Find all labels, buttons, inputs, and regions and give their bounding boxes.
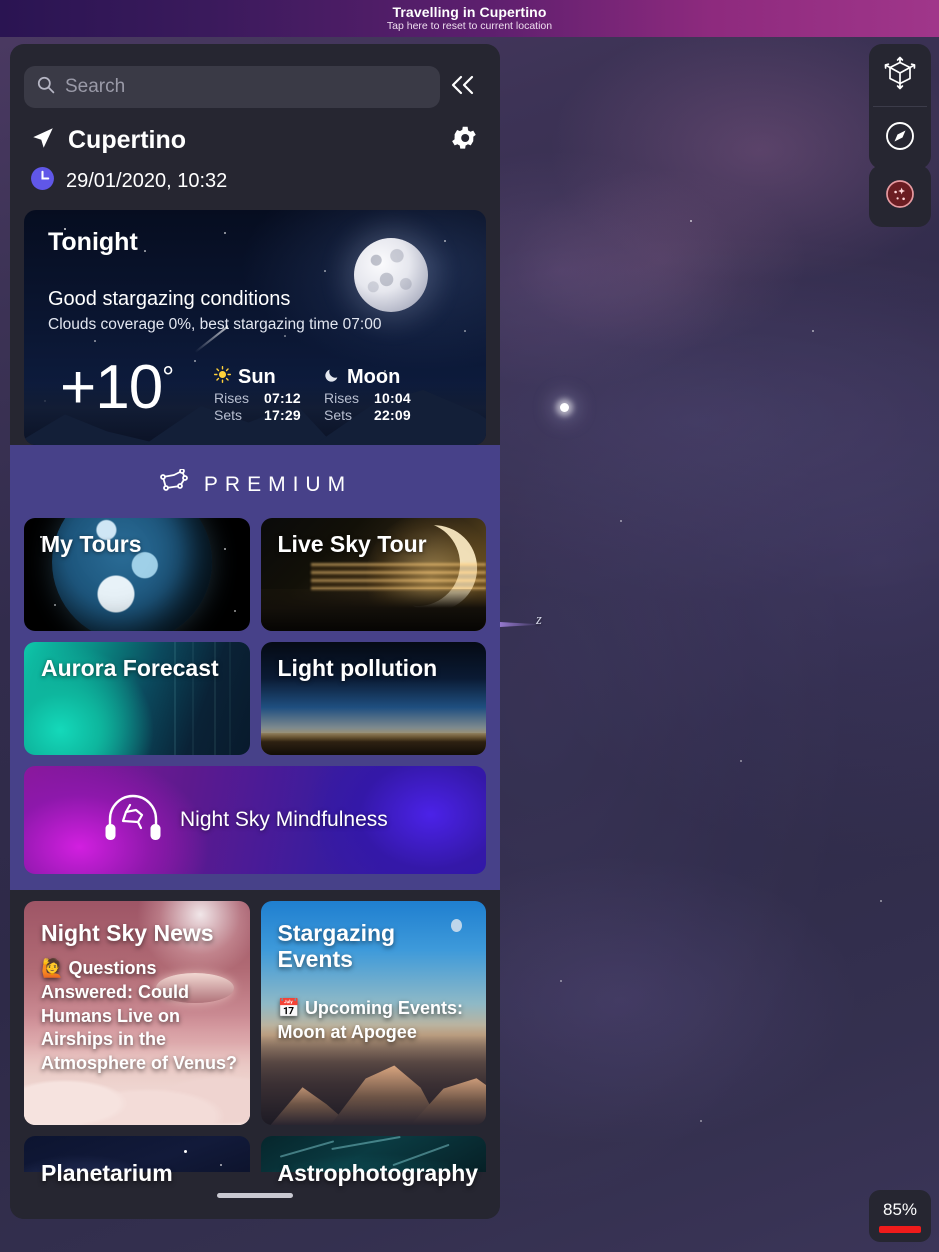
battery-bar: [879, 1225, 921, 1233]
night-mode-button[interactable]: [869, 165, 931, 227]
location-name: Cupertino: [68, 125, 187, 154]
banner-subtitle: Tap here to reset to current location: [386, 20, 553, 32]
tonight-details: Clouds coverage 0%, best stargazing time…: [48, 316, 382, 333]
search-icon: [36, 75, 55, 99]
compass-icon: [883, 119, 917, 158]
ar-mode-button[interactable]: [869, 44, 931, 106]
star: [620, 520, 622, 522]
clock-icon: [30, 166, 55, 196]
star: [880, 900, 882, 902]
night-mode-icon: [883, 177, 917, 216]
search-row: [10, 44, 500, 108]
news-emoji: 📅: [277, 998, 300, 1018]
tile-label: Live Sky Tour: [277, 531, 427, 557]
star: [740, 760, 742, 762]
city-horizon: [260, 733, 486, 755]
tonight-title: Tonight: [48, 228, 138, 256]
sun-rises-label: Rises: [214, 390, 250, 406]
view-controls-stack: [869, 44, 931, 169]
tile-label: Planetarium: [41, 1160, 173, 1186]
settings-button[interactable]: [444, 120, 484, 160]
degree-symbol: °: [162, 361, 174, 394]
moon-info: Moon Rises 10:04 Sets 22:09: [324, 366, 411, 423]
star: [560, 980, 562, 982]
search-box[interactable]: [24, 66, 440, 108]
home-indicator[interactable]: [217, 1193, 293, 1198]
tonight-card[interactable]: Tonight Good stargazing conditions Cloud…: [24, 210, 486, 445]
tile-label: Aurora Forecast: [41, 655, 219, 681]
premium-title: PREMIUM: [203, 472, 353, 496]
tile-label: Astrophotography: [277, 1160, 479, 1186]
sun-icon: [214, 366, 231, 389]
sun-info: Sun Rises 07:12 Sets 17:29: [214, 366, 301, 423]
tile-live-sky-tour[interactable]: Live Sky Tour: [260, 518, 486, 631]
news-description-text: Questions Answered: Could Humans Live on…: [41, 958, 238, 1073]
sun-sets-value: 17:29: [264, 407, 301, 423]
premium-tiles-row-2: Aurora Forecast Light pollution: [10, 642, 500, 766]
battery-level-label: 85%: [882, 1199, 918, 1219]
gear-icon: [449, 123, 479, 158]
news-emoji: 🙋: [41, 958, 64, 978]
moon-label: Moon: [347, 366, 401, 388]
cloud-band: [310, 563, 486, 591]
premium-header: PREMIUM: [10, 461, 500, 518]
premium-tiles-row-1: My Tours Live Sky Tour: [10, 518, 500, 642]
tile-label: Light pollution: [277, 655, 438, 681]
moon-sets-label: Sets: [324, 407, 353, 423]
travelling-banner[interactable]: Travelling in Cupertino Tap here to rese…: [0, 0, 939, 37]
sun-label: Sun: [238, 366, 276, 388]
tile-my-tours[interactable]: My Tours: [24, 518, 250, 631]
news-description-text: Upcoming Events: Moon at Apogee: [277, 998, 463, 1042]
tile-aurora-forecast[interactable]: Aurora Forecast: [24, 642, 250, 755]
ar-cube-icon: [883, 56, 917, 95]
collapse-sidebar-button[interactable]: [440, 66, 486, 108]
tile-label: My Tours: [41, 531, 142, 557]
news-title: Night Sky News: [41, 920, 214, 946]
search-input[interactable]: [65, 76, 428, 98]
star: [812, 330, 814, 332]
location-row: Cupertino: [10, 108, 500, 160]
banner-title: Travelling in Cupertino: [392, 4, 547, 20]
star: [700, 1120, 702, 1122]
sun-sets-label: Sets: [214, 407, 243, 423]
news-section: Night Sky News 🙋 Questions Answered: Cou…: [10, 890, 500, 1125]
sidebar-panel: Cupertino 29/01/2020, 10:32: [10, 44, 500, 1219]
sun-rises-value: 07:12: [264, 390, 301, 406]
news-description: 🙋 Questions Answered: Could Humans Live …: [41, 957, 238, 1076]
premium-section: PREMIUM My Tours Live Sky Tour Aurora Fo…: [10, 445, 500, 890]
constellation-icon: [158, 468, 192, 500]
compass-button[interactable]: [869, 107, 931, 169]
temperature-value: +10: [60, 353, 163, 422]
moon-rises-value: 10:04: [374, 390, 411, 406]
news-card-night-sky-news[interactable]: Night Sky News 🙋 Questions Answered: Cou…: [24, 901, 250, 1125]
ground-silhouette: [260, 589, 486, 631]
bright-star[interactable]: [560, 403, 569, 412]
news-title: Stargazing Events: [277, 920, 396, 972]
star: [690, 220, 692, 222]
datetime-row: 29/01/2020, 10:32: [10, 160, 500, 196]
navigation-arrow-icon: [30, 125, 56, 156]
mindfulness-label: Night Sky Mindfulness: [180, 808, 388, 831]
news-description: 📅 Upcoming Events: Moon at Apogee: [278, 997, 475, 1045]
axis-z-label: z: [536, 612, 542, 628]
moon-sets-value: 22:09: [374, 407, 411, 423]
chevron-double-left-icon: [448, 72, 478, 103]
moon-rises-label: Rises: [324, 390, 360, 406]
crescent-moon-icon: [324, 366, 340, 389]
tile-night-sky-mindfulness[interactable]: Night Sky Mindfulness: [24, 766, 486, 874]
location-datetime: 29/01/2020, 10:32: [66, 169, 228, 192]
headphones-constellation-icon: [102, 793, 164, 848]
axis-z-line: [500, 622, 540, 627]
tonight-temperature: +10°: [60, 357, 174, 419]
tile-light-pollution[interactable]: Light pollution: [260, 642, 486, 755]
news-grid: Night Sky News 🙋 Questions Answered: Cou…: [24, 901, 486, 1125]
news-card-stargazing-events[interactable]: Stargazing Events 📅 Upcoming Events: Moo…: [260, 901, 486, 1125]
axis-z: z: [500, 612, 546, 630]
tonight-condition: Good stargazing conditions: [48, 288, 291, 310]
battery-indicator: 85%: [869, 1190, 931, 1242]
moon-image: [354, 238, 428, 312]
